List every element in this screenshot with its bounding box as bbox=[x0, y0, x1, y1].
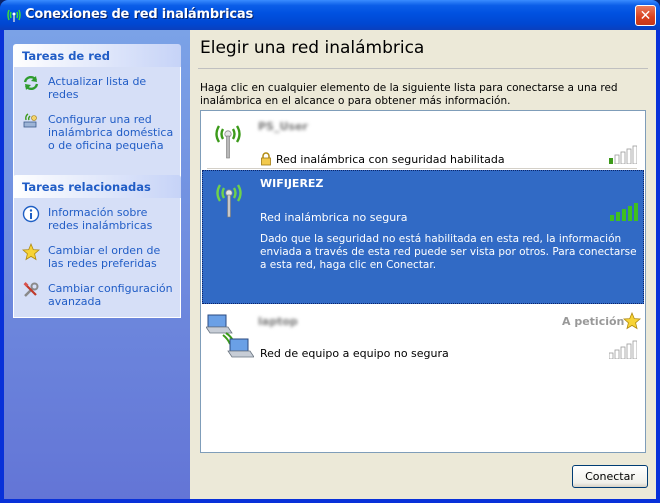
page-title: Elegir una red inalámbrica bbox=[200, 38, 425, 58]
task-group-network: Tareas de red Actualizar lista de redes bbox=[13, 44, 181, 178]
task-refresh-networks[interactable]: Actualizar lista de redes bbox=[22, 75, 174, 101]
task-label: Información sobre redes inalámbricas bbox=[48, 206, 153, 232]
network-status: Red inalámbrica no segura bbox=[260, 211, 408, 224]
window-title: Conexiones de red inalámbricas bbox=[25, 7, 254, 22]
close-button[interactable]: ✕ bbox=[635, 5, 656, 26]
task-preferred-order[interactable]: Cambiar el orden de las redes preferidas bbox=[22, 243, 174, 270]
wireless-antenna-icon bbox=[215, 125, 241, 159]
title-bar[interactable]: Conexiones de red inalámbricas ✕ bbox=[0, 0, 660, 30]
signal-strength-icon bbox=[610, 203, 638, 221]
task-group-related: Tareas relacionadas Información sobre re… bbox=[13, 175, 181, 318]
task-group-header[interactable]: Tareas de red bbox=[13, 44, 181, 67]
signal-strength-icon bbox=[609, 145, 637, 164]
task-label: Cambiar el orden de las redes preferidas bbox=[48, 244, 161, 270]
wireless-antenna-icon bbox=[216, 184, 242, 218]
title-divider bbox=[198, 68, 648, 69]
network-item-selected[interactable]: WIFIJEREZ Red inalámbrica no segura Dado… bbox=[202, 170, 644, 304]
signal-strength-icon bbox=[609, 340, 637, 359]
setup-wizard-icon bbox=[23, 113, 37, 128]
connect-button[interactable]: Conectar bbox=[572, 465, 648, 488]
computer-to-computer-icon bbox=[206, 314, 254, 358]
network-name: PS_User bbox=[258, 120, 308, 133]
main-panel: Elegir una red inalámbrica Haga clic en … bbox=[190, 30, 656, 499]
network-status: Red de equipo a equipo no segura bbox=[260, 347, 449, 360]
network-item[interactable]: laptop A petición Red de equipo a equipo… bbox=[202, 307, 644, 363]
task-pane: Tareas de red Actualizar lista de redes bbox=[4, 30, 190, 499]
task-advanced-settings[interactable]: Cambiar configuración avanzada bbox=[22, 282, 174, 308]
task-label: Configurar una red inalámbrica doméstica… bbox=[48, 113, 174, 152]
refresh-icon bbox=[23, 75, 39, 91]
network-status: Red inalámbrica con seguridad habilitada bbox=[276, 153, 505, 166]
window: Conexiones de red inalámbricas ✕ Tareas … bbox=[0, 0, 660, 503]
network-item[interactable]: PS_User Red inalámbrica con seguridad ha… bbox=[202, 112, 644, 167]
task-setup-network[interactable]: Configurar una red inalámbrica doméstica… bbox=[22, 113, 174, 152]
on-demand-badge: A petición bbox=[562, 315, 625, 328]
task-label: Cambiar configuración avanzada bbox=[48, 282, 173, 308]
star-icon bbox=[22, 243, 40, 261]
instructions-text: Haga clic en cualquier elemento de la si… bbox=[200, 82, 618, 107]
network-name: WIFIJEREZ bbox=[260, 177, 324, 190]
network-list[interactable]: PS_User Red inalámbrica con seguridad ha… bbox=[200, 110, 646, 453]
info-icon bbox=[22, 205, 40, 223]
network-detail: Dado que la seguridad no está habilitada… bbox=[260, 233, 637, 271]
task-label: Actualizar lista de redes bbox=[48, 75, 147, 101]
network-name: laptop bbox=[258, 315, 298, 328]
task-group-body: Actualizar lista de redes Configurar una… bbox=[13, 67, 181, 178]
star-icon bbox=[623, 312, 641, 330]
client-area: Tareas de red Actualizar lista de redes bbox=[4, 30, 656, 499]
task-wireless-info[interactable]: Información sobre redes inalámbricas bbox=[22, 205, 174, 232]
tools-icon bbox=[23, 282, 39, 297]
wireless-network-icon bbox=[7, 9, 21, 22]
task-group-body: Información sobre redes inalámbricas Cam… bbox=[13, 198, 181, 318]
lock-icon bbox=[261, 152, 271, 166]
task-group-header[interactable]: Tareas relacionadas bbox=[13, 175, 181, 198]
